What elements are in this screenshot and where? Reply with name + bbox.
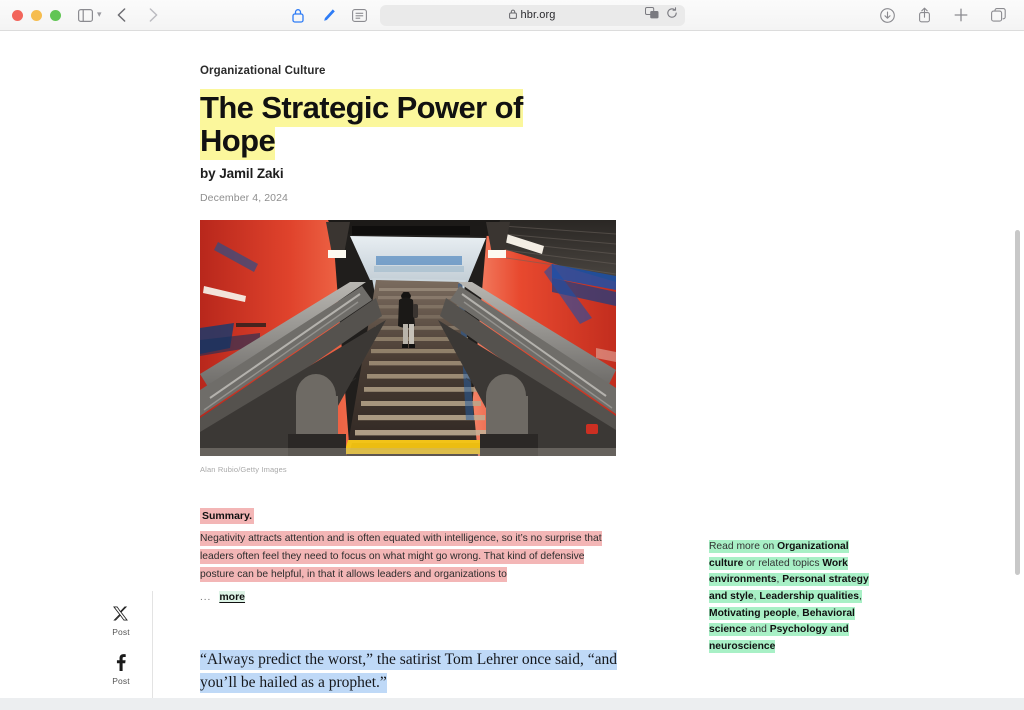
page-content: Post Post Organizational Culture The Str… xyxy=(0,31,1010,710)
summary-ellipsis: ... xyxy=(200,592,212,604)
translate-icon[interactable] xyxy=(644,6,659,24)
address-bar-right-icons xyxy=(644,5,678,26)
chevron-down-icon[interactable]: ▾ xyxy=(97,9,102,22)
article-byline[interactable]: by Jamil Zaki xyxy=(200,166,620,181)
privacy-lock-icon[interactable] xyxy=(288,4,308,26)
social-share-rail: Post Post xyxy=(104,605,138,710)
downloads-icon[interactable] xyxy=(877,4,897,26)
article-title-line-2: Hope xyxy=(200,122,276,161)
markup-pen-icon[interactable] xyxy=(319,4,339,26)
summary-more-link[interactable]: more xyxy=(219,591,246,604)
browser-toolbar: ▾ hbr.org xyxy=(0,0,1024,31)
article-date: December 4, 2024 xyxy=(200,192,288,205)
hero-illustration xyxy=(200,220,616,457)
article-kicker[interactable]: Organizational Culture xyxy=(200,65,620,77)
navigation-buttons xyxy=(112,4,164,26)
article-pullquote: “Always predict the worst,” the satirist… xyxy=(200,649,620,694)
back-button[interactable] xyxy=(112,4,132,26)
x-icon xyxy=(113,605,129,622)
page-scrollbar-track[interactable] xyxy=(1010,62,1024,710)
related-topics-card: Read more on Organizational culture or r… xyxy=(709,540,869,654)
minimize-window-button[interactable] xyxy=(31,9,42,21)
image-credit: Alan Rubio/Getty Images xyxy=(200,465,287,475)
maximize-window-button[interactable] xyxy=(50,9,61,21)
toolbar-extension-icons xyxy=(288,4,370,26)
related-last-connector: and xyxy=(746,624,770,636)
site-lock-icon xyxy=(508,9,517,21)
address-bar-content: hbr.org xyxy=(508,9,556,21)
article-hero-image xyxy=(200,220,616,457)
page-scrollbar-thumb[interactable] xyxy=(1015,230,1020,575)
article-summary: Summary. Negativity attracts attention a… xyxy=(200,506,618,604)
summary-more-row: ... more xyxy=(200,591,618,604)
related-lead: Read more on xyxy=(709,541,778,552)
facebook-icon xyxy=(116,654,126,671)
new-tab-icon[interactable] xyxy=(951,4,971,26)
related-topic-motivating-people[interactable]: Motivating people xyxy=(709,608,797,619)
toolbar-right-icons xyxy=(877,4,1012,26)
page-title: The Strategic Power of Hope xyxy=(200,89,540,161)
sidebar-toggle-icon[interactable] xyxy=(75,4,95,26)
address-bar[interactable]: hbr.org xyxy=(379,4,685,26)
related-topic-leadership-qualities[interactable]: Leadership qualities xyxy=(759,591,859,602)
share-x-label: Post xyxy=(112,627,130,637)
column-divider xyxy=(152,591,153,710)
reader-view-icon[interactable] xyxy=(350,4,370,26)
share-x-button[interactable]: Post xyxy=(112,605,130,637)
page-viewport: Post Post Organizational Culture The Str… xyxy=(0,31,1024,710)
share-facebook-label: Post xyxy=(112,676,130,686)
article-body: Organizational Culture The Strategic Pow… xyxy=(200,31,620,710)
summary-text-wrap: Negativity attracts attention and is oft… xyxy=(200,530,618,583)
browser-window: ▾ hbr.org Post Post Organizational Cultu… xyxy=(0,0,1024,710)
related-connector: or related topics xyxy=(743,557,823,569)
close-window-button[interactable] xyxy=(12,9,23,21)
share-icon[interactable] xyxy=(914,4,934,26)
window-traffic-lights xyxy=(12,9,61,21)
share-facebook-button[interactable]: Post xyxy=(112,654,130,686)
summary-label: Summary. xyxy=(200,508,254,525)
forward-button[interactable] xyxy=(144,4,164,26)
reload-icon[interactable] xyxy=(666,6,678,24)
tab-overview-icon[interactable] xyxy=(988,4,1008,26)
bottom-status-strip xyxy=(0,698,1024,710)
pullquote-text: “Always predict the worst,” the satirist… xyxy=(200,650,617,693)
summary-text: Negativity attracts attention and is oft… xyxy=(200,531,602,582)
address-bar-url: hbr.org xyxy=(520,9,556,21)
